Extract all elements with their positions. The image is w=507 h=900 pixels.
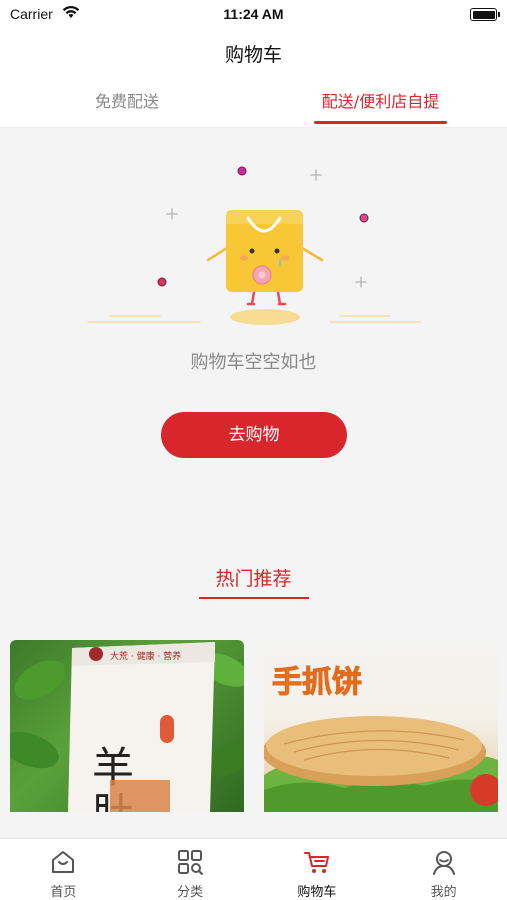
tabbar-item-cart[interactable]: 购物车 <box>254 839 381 900</box>
nav-bar: 购物车 <box>0 30 507 74</box>
tab-active-indicator <box>314 121 447 124</box>
product-card-morel[interactable]: 大荒 · 健康 · 营养 羊肚菌 <box>10 640 244 812</box>
empty-cart-message: 购物车空空如也 <box>190 352 317 373</box>
tabbar-label-home: 首页 <box>50 885 77 900</box>
status-time: 11:24 AM <box>223 6 284 22</box>
bottom-tab-bar: 首页 分类 购物车 我的 <box>0 838 507 900</box>
mascot-shadow <box>230 309 300 325</box>
page-title: 购物车 <box>224 44 282 66</box>
product-brand: 大荒 · 健康 · 营养 <box>110 650 181 662</box>
status-bar: Carrier 11:24 AM <box>0 0 507 30</box>
product-card-pancake[interactable]: 手抓饼 <box>264 640 498 812</box>
tabbar-label-cart: 购物车 <box>297 885 337 900</box>
delivery-tabs: 免费配送 配送/便利店自提 <box>0 74 507 128</box>
tabbar-label-profile: 我的 <box>430 885 457 900</box>
deco-dot <box>157 277 167 287</box>
mascot-legs <box>246 290 287 306</box>
deco-dot <box>237 166 247 176</box>
home-icon <box>52 851 75 873</box>
recommend-title: 热门推荐 <box>215 568 292 590</box>
go-shopping-button[interactable]: 去购物 <box>161 412 347 458</box>
tab-delivery-pickup[interactable]: 配送/便利店自提 <box>254 88 507 112</box>
deco-dot <box>359 213 369 223</box>
tabbar-label-category: 分类 <box>177 885 204 900</box>
category-icon <box>178 850 204 875</box>
empty-cart-illustration <box>87 166 421 325</box>
tab-free-delivery[interactable]: 免费配送 <box>0 88 254 112</box>
tabbar-item-home[interactable]: 首页 <box>0 839 127 900</box>
product-image-morel: 大荒 · 健康 · 营养 羊肚菌 <box>10 642 244 812</box>
product-image-pancake: 手抓饼 <box>264 665 498 812</box>
recommend-underline <box>199 597 309 599</box>
cart-icon <box>303 852 329 873</box>
profile-icon <box>432 851 455 875</box>
product-package-text: 手抓饼 <box>272 665 362 700</box>
tabbar-item-category[interactable]: 分类 <box>127 839 254 900</box>
tabbar-item-profile[interactable]: 我的 <box>380 839 507 900</box>
battery-icon <box>470 8 500 21</box>
